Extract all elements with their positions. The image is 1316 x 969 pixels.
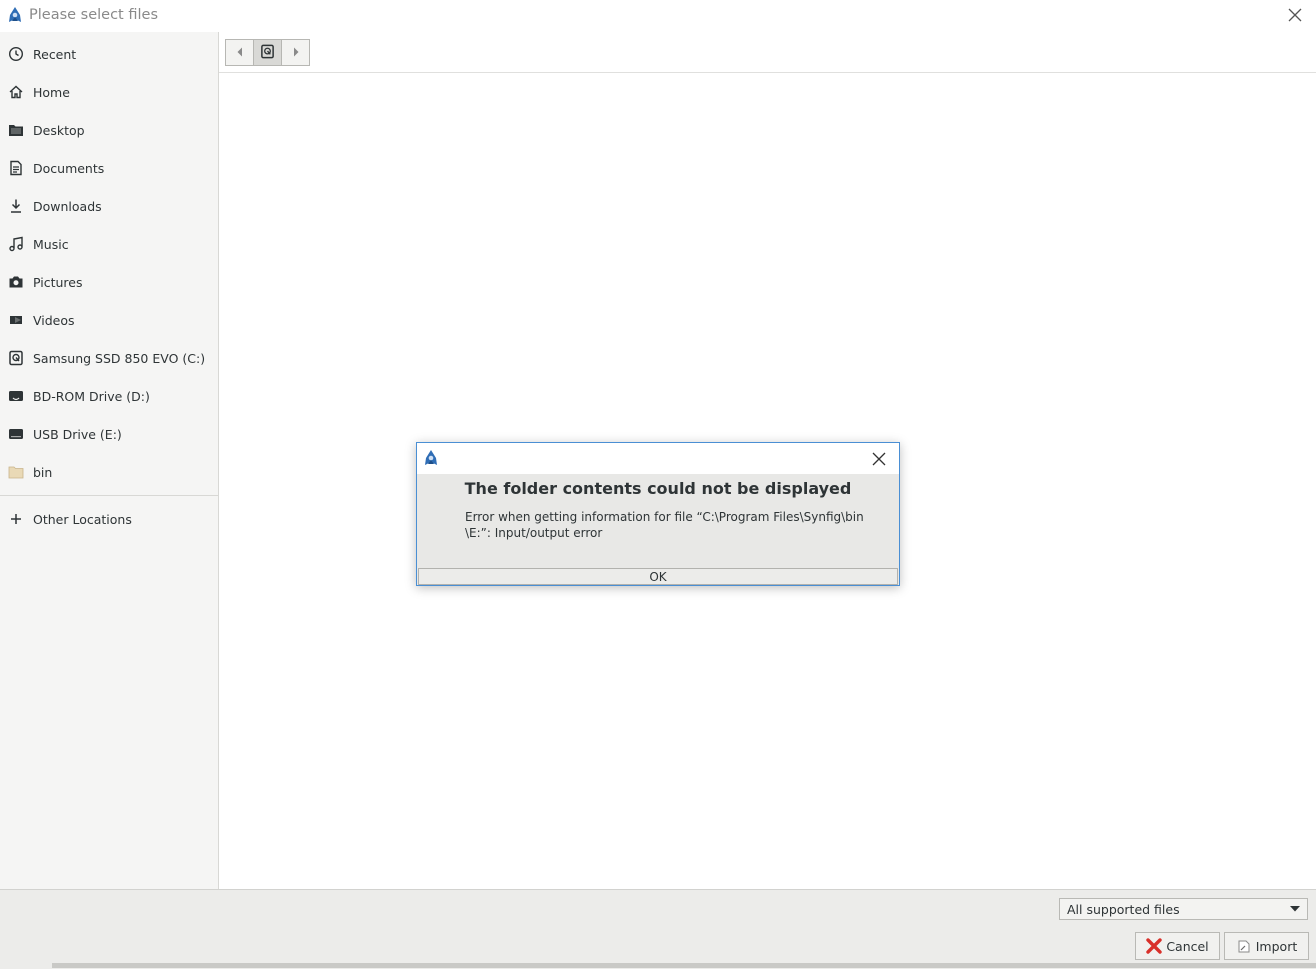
error-dialog-titlebar xyxy=(417,443,899,474)
dialog-action-bar: All supported files Cancel Import xyxy=(0,889,1316,969)
error-message-line: \E:”: Input/output error xyxy=(465,526,603,540)
file-filter-dropdown[interactable]: All supported files xyxy=(1059,898,1308,920)
sidebar-item-label: Downloads xyxy=(33,198,102,214)
sidebar-item-music[interactable]: Music xyxy=(0,225,218,263)
usb-drive-icon xyxy=(8,426,24,442)
sidebar-separator xyxy=(0,495,218,496)
sidebar-item-label: USB Drive (E:) xyxy=(33,426,122,442)
path-bar xyxy=(225,39,310,66)
sidebar-item-label: Recent xyxy=(33,46,77,62)
path-back-button[interactable] xyxy=(225,39,254,66)
sidebar-item-downloads[interactable]: Downloads xyxy=(0,187,218,225)
window-title: Please select files xyxy=(29,7,158,23)
error-message-line: Error when getting information for file … xyxy=(465,510,864,524)
places-sidebar: Recent Home Desktop Documents Downloads … xyxy=(0,32,219,889)
close-icon[interactable] xyxy=(869,449,889,469)
chevron-right-icon xyxy=(292,45,300,60)
sidebar-item-label: Home xyxy=(33,84,70,100)
camera-icon xyxy=(8,274,24,290)
sidebar-item-desktop[interactable]: Desktop xyxy=(0,111,218,149)
video-icon xyxy=(8,312,24,328)
optical-drive-icon xyxy=(8,388,24,404)
sidebar-item-videos[interactable]: Videos xyxy=(0,301,218,339)
sidebar-item-label: Desktop xyxy=(33,122,85,138)
sidebar-item-pictures[interactable]: Pictures xyxy=(0,263,218,301)
document-icon xyxy=(8,160,24,176)
sidebar-item-label: Music xyxy=(33,236,69,252)
cancel-label: Cancel xyxy=(1166,938,1209,954)
plus-icon xyxy=(8,511,24,527)
caret-down-icon xyxy=(1290,906,1300,912)
sidebar-item-documents[interactable]: Documents xyxy=(0,149,218,187)
underlying-window-edge xyxy=(52,963,1316,968)
import-icon xyxy=(1236,938,1252,954)
chevron-left-icon xyxy=(236,45,244,60)
sidebar-item-drive-d[interactable]: BD-ROM Drive (D:) xyxy=(0,377,218,415)
cancel-button[interactable]: Cancel xyxy=(1135,932,1220,960)
sidebar-item-label: BD-ROM Drive (D:) xyxy=(33,388,150,404)
toolbar-separator xyxy=(219,72,1316,73)
sidebar-item-label: bin xyxy=(33,464,53,480)
sidebar-item-other-locations[interactable]: Other Locations xyxy=(0,500,218,538)
home-icon xyxy=(8,84,24,100)
hard-drive-icon xyxy=(8,350,24,366)
sidebar-item-label: Pictures xyxy=(33,274,83,290)
error-dialog-heading: The folder contents could not be display… xyxy=(464,479,852,498)
close-icon[interactable] xyxy=(1284,4,1306,26)
sidebar-item-label: Other Locations xyxy=(33,511,132,527)
sidebar-item-label: Samsung SSD 850 EVO (C:) xyxy=(33,350,206,366)
music-icon xyxy=(8,236,24,252)
sidebar-item-drive-e[interactable]: USB Drive (E:) xyxy=(0,415,218,453)
error-dialog-message: Error when getting information for file … xyxy=(465,509,865,541)
synfig-logo-icon xyxy=(7,6,23,24)
path-drive-button[interactable] xyxy=(254,39,282,66)
sidebar-item-label: Videos xyxy=(33,312,75,328)
file-filter-value: All supported files xyxy=(1067,901,1180,917)
drive-path-icon xyxy=(260,44,275,62)
sidebar-item-recent[interactable]: Recent xyxy=(0,35,218,73)
import-button[interactable]: Import xyxy=(1224,932,1309,960)
folder-icon xyxy=(8,464,24,480)
import-label: Import xyxy=(1255,938,1298,954)
sidebar-item-bin[interactable]: bin xyxy=(0,453,218,491)
sidebar-item-drive-c[interactable]: Samsung SSD 850 EVO (C:) xyxy=(0,339,218,377)
download-icon xyxy=(8,198,24,214)
clock-icon xyxy=(8,46,24,62)
folder-icon xyxy=(8,122,24,138)
synfig-logo-icon xyxy=(423,449,439,467)
sidebar-item-label: Documents xyxy=(33,160,105,176)
sidebar-item-home[interactable]: Home xyxy=(0,73,218,111)
ok-button[interactable]: OK xyxy=(418,568,898,585)
cancel-icon xyxy=(1146,938,1163,954)
window-titlebar: Please select files xyxy=(0,0,1316,30)
path-forward-button[interactable] xyxy=(282,39,310,66)
error-dialog: The folder contents could not be display… xyxy=(416,442,900,586)
